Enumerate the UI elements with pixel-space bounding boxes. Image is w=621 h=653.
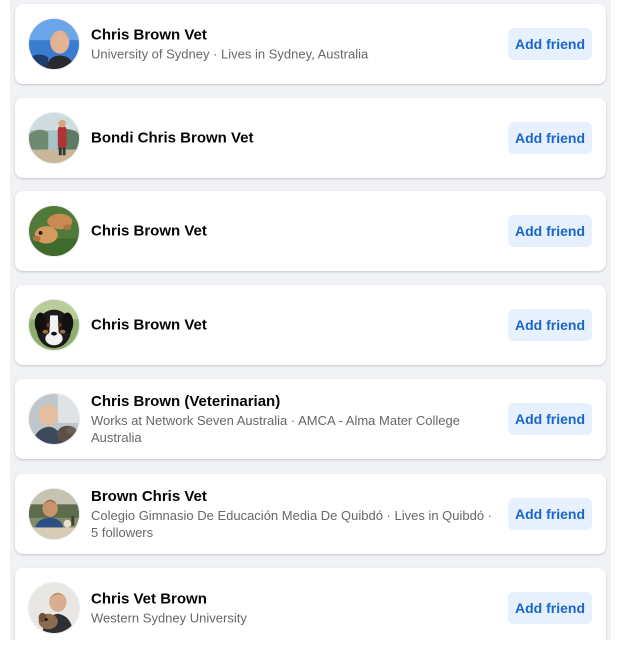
profile-name[interactable]: Brown Chris Vet [91,487,496,506]
result-card[interactable]: Brown Chris Vet Colegio Gimnasio De Educ… [15,474,606,554]
result-info: Chris Brown Vet University of Sydney · L… [91,26,496,63]
man-with-dog-icon [29,394,79,444]
profile-details: Western Sydney University [91,610,247,626]
add-friend-button[interactable]: Add friend [508,498,592,530]
result-card[interactable]: Bondi Chris Brown Vet Add friend [15,98,606,178]
result-info: Brown Chris Vet Colegio Gimnasio De Educ… [91,487,496,541]
result-card[interactable]: Chris Vet Brown Western Sydney Universit… [15,568,606,648]
add-friend-button[interactable]: Add friend [508,592,592,624]
profile-name[interactable]: Chris Brown Vet [91,222,496,241]
page-bottom-edge [0,640,621,653]
man-selfie-icon [29,19,79,69]
puppies-icon [29,206,79,256]
dog-icon [29,300,79,350]
profile-details: Works at Network Seven Australia · AMCA … [91,413,460,445]
result-info: Chris Brown Vet [91,222,496,241]
result-info: Chris Vet Brown Western Sydney Universit… [91,590,496,627]
profile-name[interactable]: Bondi Chris Brown Vet [91,129,496,148]
profile-avatar[interactable] [28,488,80,540]
profile-details: University of Sydney · Lives in Sydney, … [91,46,369,62]
profile-name[interactable]: Chris Brown Vet [91,316,496,335]
search-results-list: Chris Brown Vet University of Sydney · L… [10,0,611,653]
profile-name[interactable]: Chris Vet Brown [91,590,496,609]
add-friend-button[interactable]: Add friend [508,403,592,435]
result-card[interactable]: Chris Brown Vet Add friend [15,191,606,271]
profile-avatar[interactable] [28,112,80,164]
profile-avatar[interactable] [28,205,80,257]
profile-avatar[interactable] [28,18,80,70]
profile-avatar[interactable] [28,582,80,634]
result-card[interactable]: Chris Brown Vet Add friend [15,285,606,365]
add-friend-button[interactable]: Add friend [508,28,592,60]
result-info: Bondi Chris Brown Vet [91,129,496,148]
result-card[interactable]: Chris Brown (Veterinarian) Works at Netw… [15,379,606,459]
beach-person-icon [29,113,79,163]
add-friend-button[interactable]: Add friend [508,215,592,247]
profile-avatar[interactable] [28,393,80,445]
profile-name[interactable]: Chris Brown Vet [91,26,496,45]
add-friend-button[interactable]: Add friend [508,309,592,341]
result-info: Chris Brown (Veterinarian) Works at Netw… [91,392,496,446]
result-info: Chris Brown Vet [91,316,496,335]
man-at-table-icon [29,489,79,539]
profile-details: Colegio Gimnasio De Educación Media De Q… [91,508,493,540]
profile-name[interactable]: Chris Brown (Veterinarian) [91,392,496,411]
add-friend-button[interactable]: Add friend [508,122,592,154]
man-with-puppy-icon [29,583,79,633]
result-card[interactable]: Chris Brown Vet University of Sydney · L… [15,4,606,84]
profile-avatar[interactable] [28,299,80,351]
